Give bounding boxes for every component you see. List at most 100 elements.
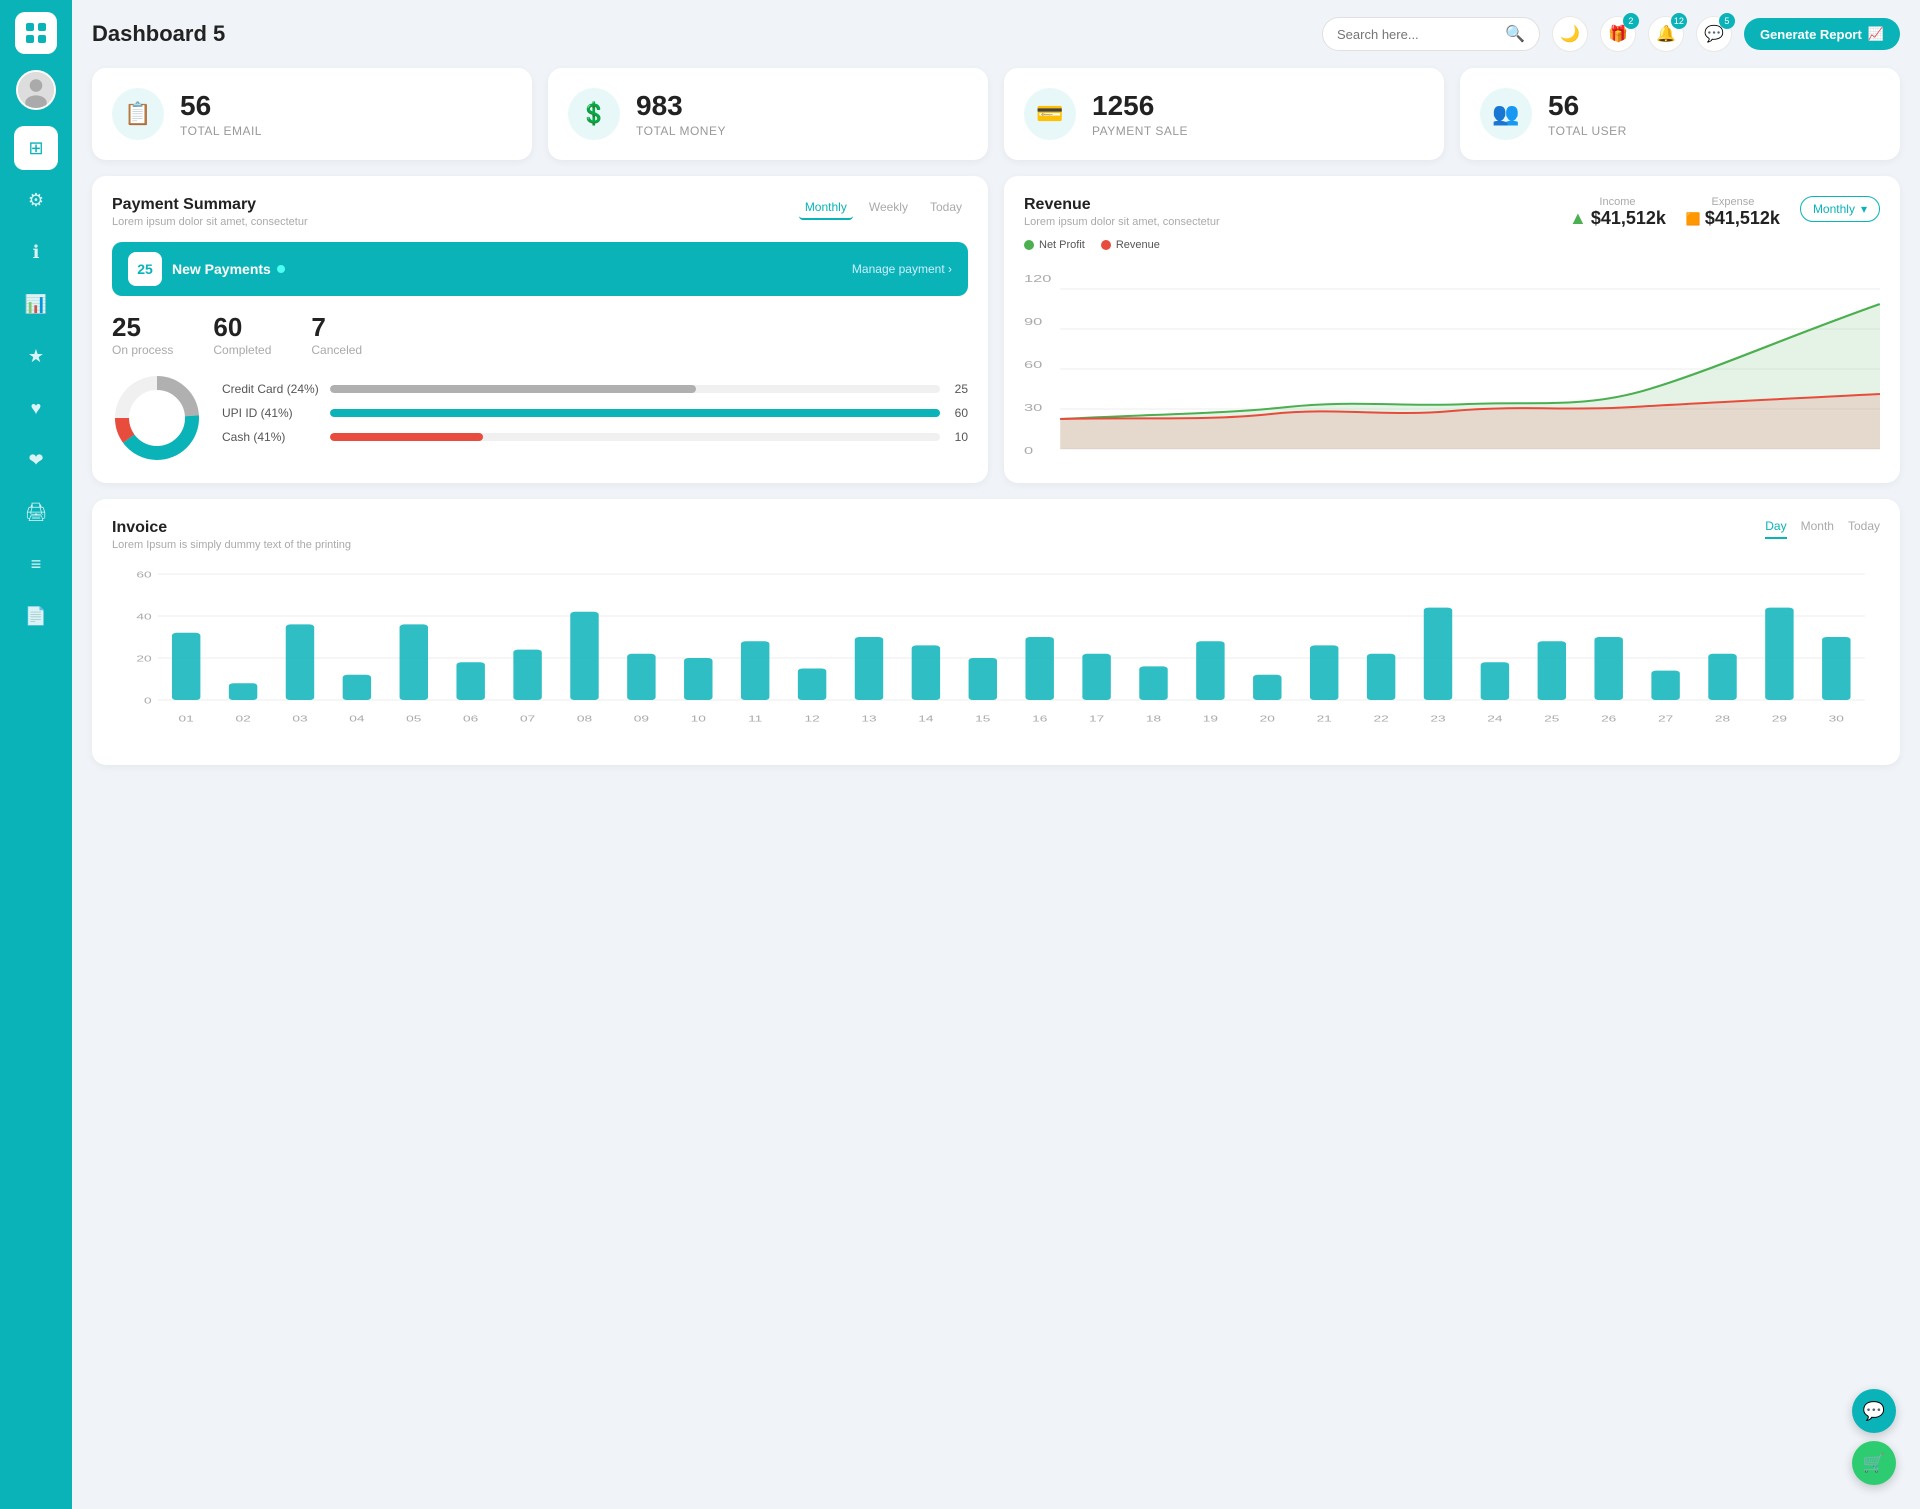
svg-text:09: 09 [634,715,649,724]
bar-16 [1082,654,1110,700]
page-title: Dashboard 5 [92,21,225,47]
payment-method-row: Cash (41%) 10 [222,430,968,444]
svg-text:17: 17 [1089,715,1104,724]
sidebar-item-settings[interactable]: ⚙ [14,178,58,222]
revenue-title: Revenue [1024,196,1220,214]
svg-text:18: 18 [1146,715,1161,724]
income-icon: ▲ [1569,208,1587,229]
bar-9 [684,658,712,700]
bar-5 [456,662,484,700]
bar-28 [1765,608,1793,700]
stat-label-payment: PAYMENT SALE [1092,124,1188,138]
support-float-btn[interactable]: 💬 [1852,1389,1896,1433]
bar-3 [343,675,371,700]
search-input[interactable] [1337,27,1497,42]
revenue-chart: 0 30 60 90 120 [1024,259,1880,459]
sidebar-item-info[interactable]: ℹ [14,230,58,274]
gift-btn[interactable]: 🎁 2 [1600,16,1636,52]
stat-icon-email: 📋 [112,88,164,140]
theme-toggle-btn[interactable]: 🌙 [1552,16,1588,52]
svg-text:15: 15 [975,715,990,724]
sidebar-item-heart[interactable]: ♥ [14,386,58,430]
invoice-tab-month[interactable]: Month [1801,519,1834,539]
bar-26 [1651,671,1679,700]
sidebar-item-menu[interactable]: ≡ [14,542,58,586]
stat-value-money: 983 [636,90,726,122]
sidebar-item-star[interactable]: ★ [14,334,58,378]
sidebar-item-print[interactable]: 🖨 [14,490,58,534]
bar-24 [1538,641,1566,700]
svg-text:02: 02 [235,715,250,724]
revenue-card: Revenue Lorem ipsum dolor sit amet, cons… [1004,176,1900,483]
svg-text:60: 60 [136,571,151,580]
chat-btn[interactable]: 💬 5 [1696,16,1732,52]
sidebar-item-heart2[interactable]: ❤ [14,438,58,482]
bar-12 [855,637,883,700]
svg-text:20: 20 [1260,715,1275,724]
expense-item: Expense 🟧 $41,512k [1686,196,1780,229]
income-expense-group: Income ▲ $41,512k Expense 🟧 $41,512k [1569,196,1780,229]
new-payments-label: New Payments [172,261,271,277]
invoice-tab-today[interactable]: Today [1848,519,1880,539]
stat-card-money: 💲 983 TOTAL MONEY [548,68,988,160]
app-logo[interactable] [15,12,57,54]
donut-chart [112,373,202,463]
svg-text:29: 29 [1772,715,1787,724]
svg-text:0: 0 [1024,445,1034,456]
revenue-legend: Net Profit Revenue [1024,239,1880,251]
user-avatar[interactable] [16,70,56,110]
bar-15 [1025,637,1053,700]
svg-text:27: 27 [1658,715,1673,724]
payment-tab-today[interactable]: Today [924,196,968,220]
svg-text:Jun: Jun [1702,458,1729,459]
bell-btn[interactable]: 🔔 12 [1648,16,1684,52]
bar-chart-icon: 📈 [1868,26,1884,42]
svg-text:Mar: Mar [1303,458,1332,459]
bar-23 [1481,662,1509,700]
invoice-header: Invoice Lorem Ipsum is simply dummy text… [112,519,1880,551]
stat-icon-payment: 💳 [1024,88,1076,140]
bar-17 [1139,666,1167,700]
payment-summary-card: Payment Summary Lorem ipsum dolor sit am… [92,176,988,483]
payment-stat-canceled: 7 Canceled [311,312,362,357]
revenue-dropdown[interactable]: Monthly ▾ [1800,196,1880,222]
payment-stat-on-process: 25 On process [112,312,173,357]
income-value: $41,512k [1591,208,1666,229]
svg-text:05: 05 [406,715,421,724]
svg-text:120: 120 [1024,273,1052,284]
manage-payment-link[interactable]: Manage payment › [852,262,952,276]
stat-label-email: TOTAL EMAIL [180,124,262,138]
legend-item-revenue: Revenue [1101,239,1160,251]
bar-25 [1594,637,1622,700]
sidebar-item-list[interactable]: 📄 [14,594,58,638]
search-box: 🔍 [1322,17,1540,51]
payment-summary-title: Payment Summary [112,196,308,214]
svg-text:40: 40 [136,613,151,622]
payment-summary-subtitle: Lorem ipsum dolor sit amet, consectetur [112,216,308,228]
bar-29 [1822,637,1850,700]
payment-summary-header: Payment Summary Lorem ipsum dolor sit am… [112,196,968,228]
svg-text:16: 16 [1032,715,1047,724]
new-payments-count: 25 [128,252,162,286]
svg-text:30: 30 [1024,402,1043,413]
new-payments-dot [277,265,285,273]
generate-report-label: Generate Report [1760,27,1862,42]
svg-text:30: 30 [1829,715,1844,724]
stat-value-email: 56 [180,90,262,122]
invoice-tab-day[interactable]: Day [1765,519,1786,539]
revenue-dropdown-label: Monthly [1813,202,1855,216]
mid-row: Payment Summary Lorem ipsum dolor sit am… [92,176,1900,483]
generate-report-button[interactable]: Generate Report 📈 [1744,18,1900,50]
payment-tab-monthly[interactable]: Monthly [799,196,853,220]
chevron-down-icon: ▾ [1861,202,1867,216]
svg-text:10: 10 [691,715,706,724]
payment-tab-weekly[interactable]: Weekly [863,196,914,220]
cart-float-btn[interactable]: 🛒 [1852,1441,1896,1485]
svg-text:July: July [1849,458,1878,459]
sidebar-item-dashboard[interactable]: ⊞ [14,126,58,170]
sidebar-item-chart[interactable]: 📊 [14,282,58,326]
svg-text:04: 04 [349,715,364,724]
bar-4 [400,624,428,700]
bar-21 [1367,654,1395,700]
stat-card-user: 👥 56 TOTAL USER [1460,68,1900,160]
